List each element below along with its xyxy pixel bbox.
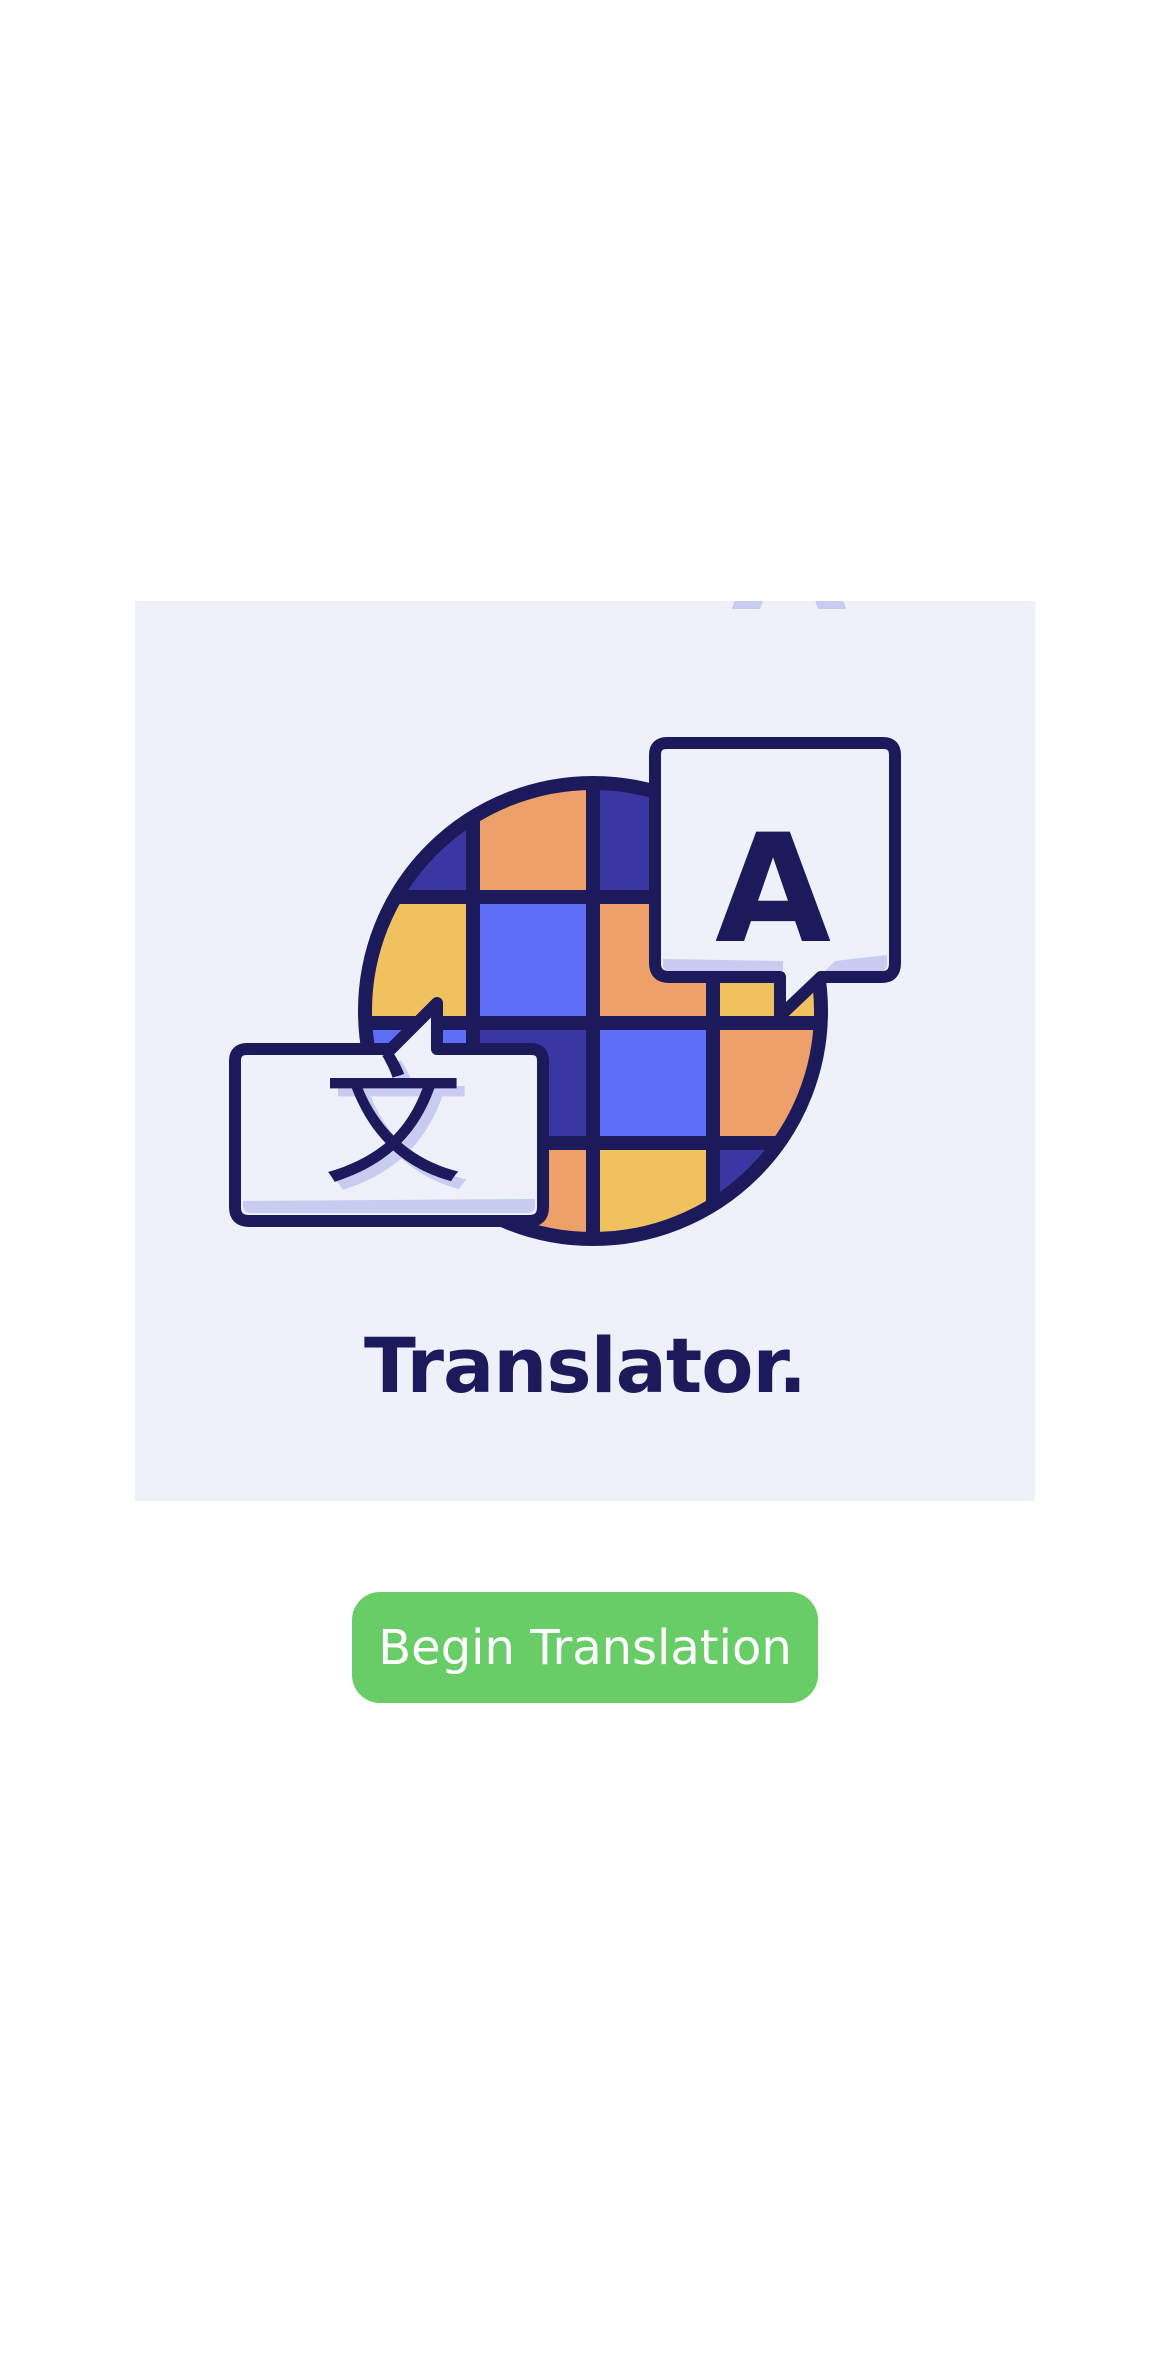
source-glyph: 文	[323, 1042, 463, 1205]
begin-translation-button[interactable]: Begin Translation	[352, 1592, 818, 1703]
target-glyph-shadow: A	[731, 601, 847, 645]
target-language-bubble: A A	[649, 601, 901, 1022]
target-glyph: A	[715, 803, 831, 977]
hero-card: A A 文 文 Translator.	[135, 601, 1035, 1501]
app-title: Translator.	[364, 1321, 807, 1410]
